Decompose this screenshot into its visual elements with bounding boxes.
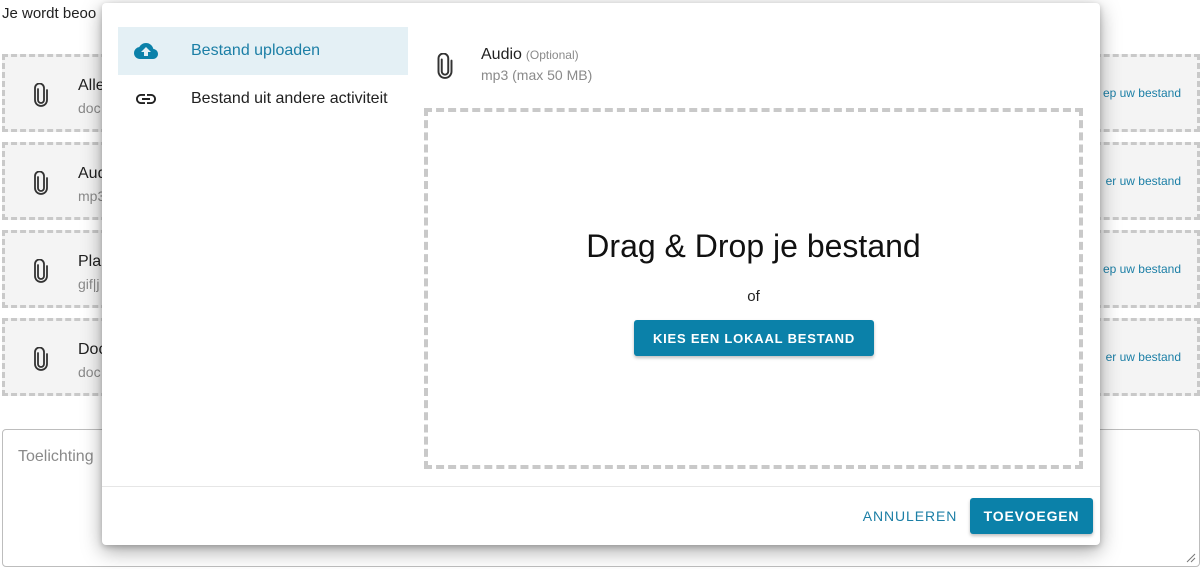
file-type-name: Audio (Optional): [481, 46, 579, 64]
menu-item-label: Bestand uit andere activiteit: [191, 90, 388, 107]
textarea-placeholder: Toelichting: [18, 448, 94, 465]
card-upload-link[interactable]: ep uw bestand: [1103, 86, 1181, 100]
dropzone-or-text: of: [747, 288, 760, 305]
card-subtitle: doc: [78, 364, 101, 380]
menu-item-file-from-activity[interactable]: Bestand uit andere activiteit: [118, 75, 408, 123]
card-title: Pla: [78, 253, 102, 270]
footer-divider: [102, 486, 1100, 487]
file-name-label: Audio: [481, 46, 522, 63]
optional-label: (Optional): [525, 48, 579, 62]
card-upload-link[interactable]: ep uw bestand: [1103, 262, 1181, 276]
link-icon: [136, 94, 156, 104]
paperclip-icon: [34, 259, 48, 283]
card-subtitle: doc: [78, 100, 101, 116]
file-requirements: mp3 (max 50 MB): [481, 67, 593, 83]
upload-dialog: Bestand uploaden Bestand uit andere acti…: [102, 3, 1100, 545]
card-subtitle: gif|j: [78, 276, 100, 292]
paperclip-icon: [34, 347, 48, 371]
paperclip-icon: [34, 171, 48, 195]
choose-local-file-button[interactable]: KIES EEN LOKAAL BESTAND: [634, 320, 874, 356]
menu-item-label: Bestand uploaden: [191, 42, 320, 59]
menu-item-upload-file[interactable]: Bestand uploaden: [118, 27, 408, 75]
paperclip-icon: [437, 53, 453, 79]
paperclip-icon: [34, 83, 48, 107]
resize-grip-icon[interactable]: [1186, 553, 1196, 563]
card-title: Alle: [78, 77, 105, 94]
card-upload-link[interactable]: er uw bestand: [1106, 174, 1181, 188]
page-intro-text: Je wordt beoo: [2, 5, 97, 22]
cloud-upload-icon: [134, 43, 158, 59]
file-dropzone[interactable]: Drag & Drop je bestand of KIES EEN LOKAA…: [424, 108, 1083, 469]
add-button[interactable]: TOEVOEGEN: [970, 498, 1093, 534]
card-upload-link[interactable]: er uw bestand: [1106, 350, 1181, 364]
cancel-button[interactable]: ANNULEREN: [858, 498, 962, 534]
dropzone-title: Drag & Drop je bestand: [586, 228, 921, 264]
